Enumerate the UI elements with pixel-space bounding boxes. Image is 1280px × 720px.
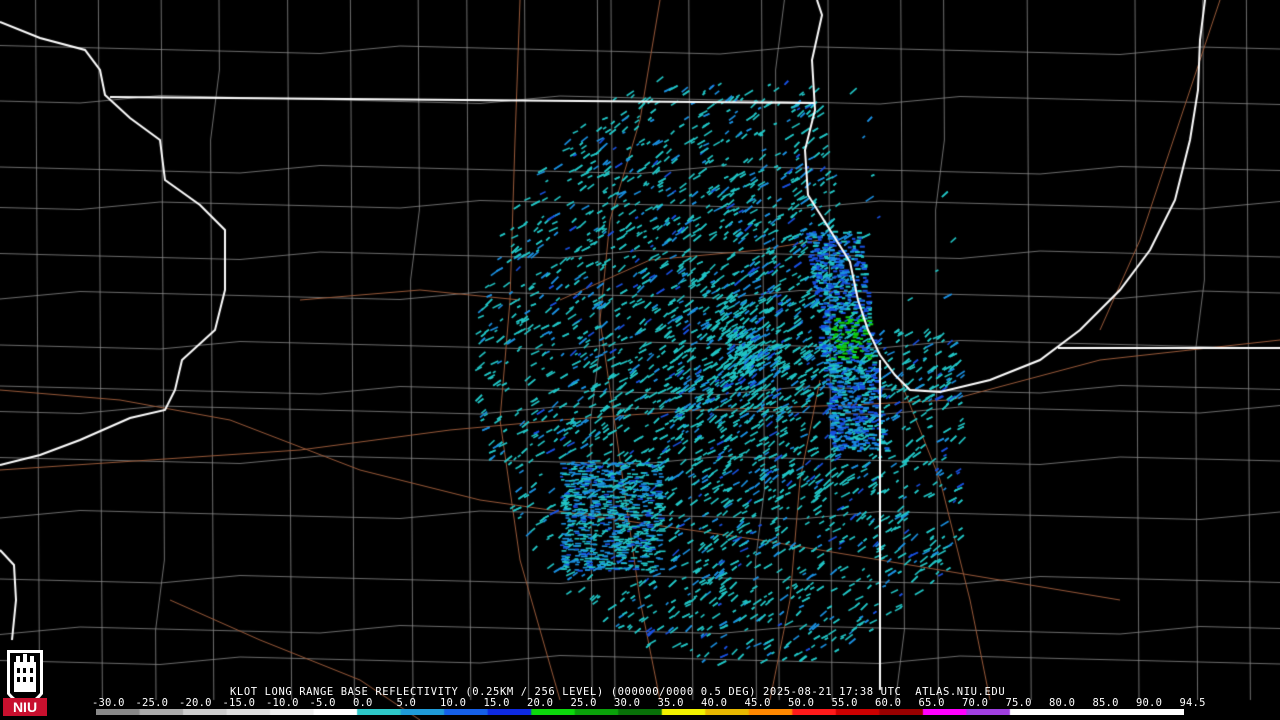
colorscale-tick: 90.0 bbox=[1136, 697, 1163, 709]
colorscale-tick: 50.0 bbox=[788, 697, 815, 709]
colorscale-bar bbox=[96, 709, 1184, 715]
colorscale-tick: -15.0 bbox=[222, 697, 256, 709]
colorscale-tick: -30.0 bbox=[92, 697, 125, 709]
colorscale-tick: 30.0 bbox=[614, 697, 641, 709]
colorscale-tick: 85.0 bbox=[1092, 697, 1119, 709]
colorscale-tick: 20.0 bbox=[527, 697, 554, 709]
colorscale-tick: 75.0 bbox=[1005, 697, 1032, 709]
colorscale-tick: 70.0 bbox=[962, 697, 989, 709]
colorscale-tick: -5.0 bbox=[309, 697, 336, 709]
colorscale-tick: 65.0 bbox=[918, 697, 945, 709]
colorscale-tick: 15.0 bbox=[483, 697, 510, 709]
colorscale-tick: 40.0 bbox=[701, 697, 728, 709]
colorscale-tick: -10.0 bbox=[266, 697, 299, 709]
colorscale-tick: 45.0 bbox=[744, 697, 771, 709]
colorscale-tick: 0.0 bbox=[353, 697, 373, 709]
colorscale-tick: 55.0 bbox=[831, 697, 858, 709]
colorscale-tick: 60.0 bbox=[875, 697, 902, 709]
colorscale-tick: 94.5 bbox=[1179, 697, 1206, 709]
colorscale-ticks: -30.0 -25.0 -20.0 -15.0 -10.0 -5.0 0.0 5.0 10.0 1… bbox=[92, 697, 1205, 709]
colorscale-tick: 10.0 bbox=[440, 697, 467, 709]
colorscale-tick: 35.0 bbox=[657, 697, 684, 709]
niu-logo-icon: NIU bbox=[3, 650, 47, 716]
colorscale-tick: 25.0 bbox=[570, 697, 597, 709]
logo-text: NIU bbox=[13, 699, 37, 715]
colorscale-tick: -20.0 bbox=[179, 697, 212, 709]
colorscale-tick: 5.0 bbox=[396, 697, 417, 709]
colorscale-tick: -25.0 bbox=[135, 697, 169, 709]
colorscale-tick: 80.0 bbox=[1049, 697, 1076, 709]
radar-map bbox=[0, 0, 1280, 720]
